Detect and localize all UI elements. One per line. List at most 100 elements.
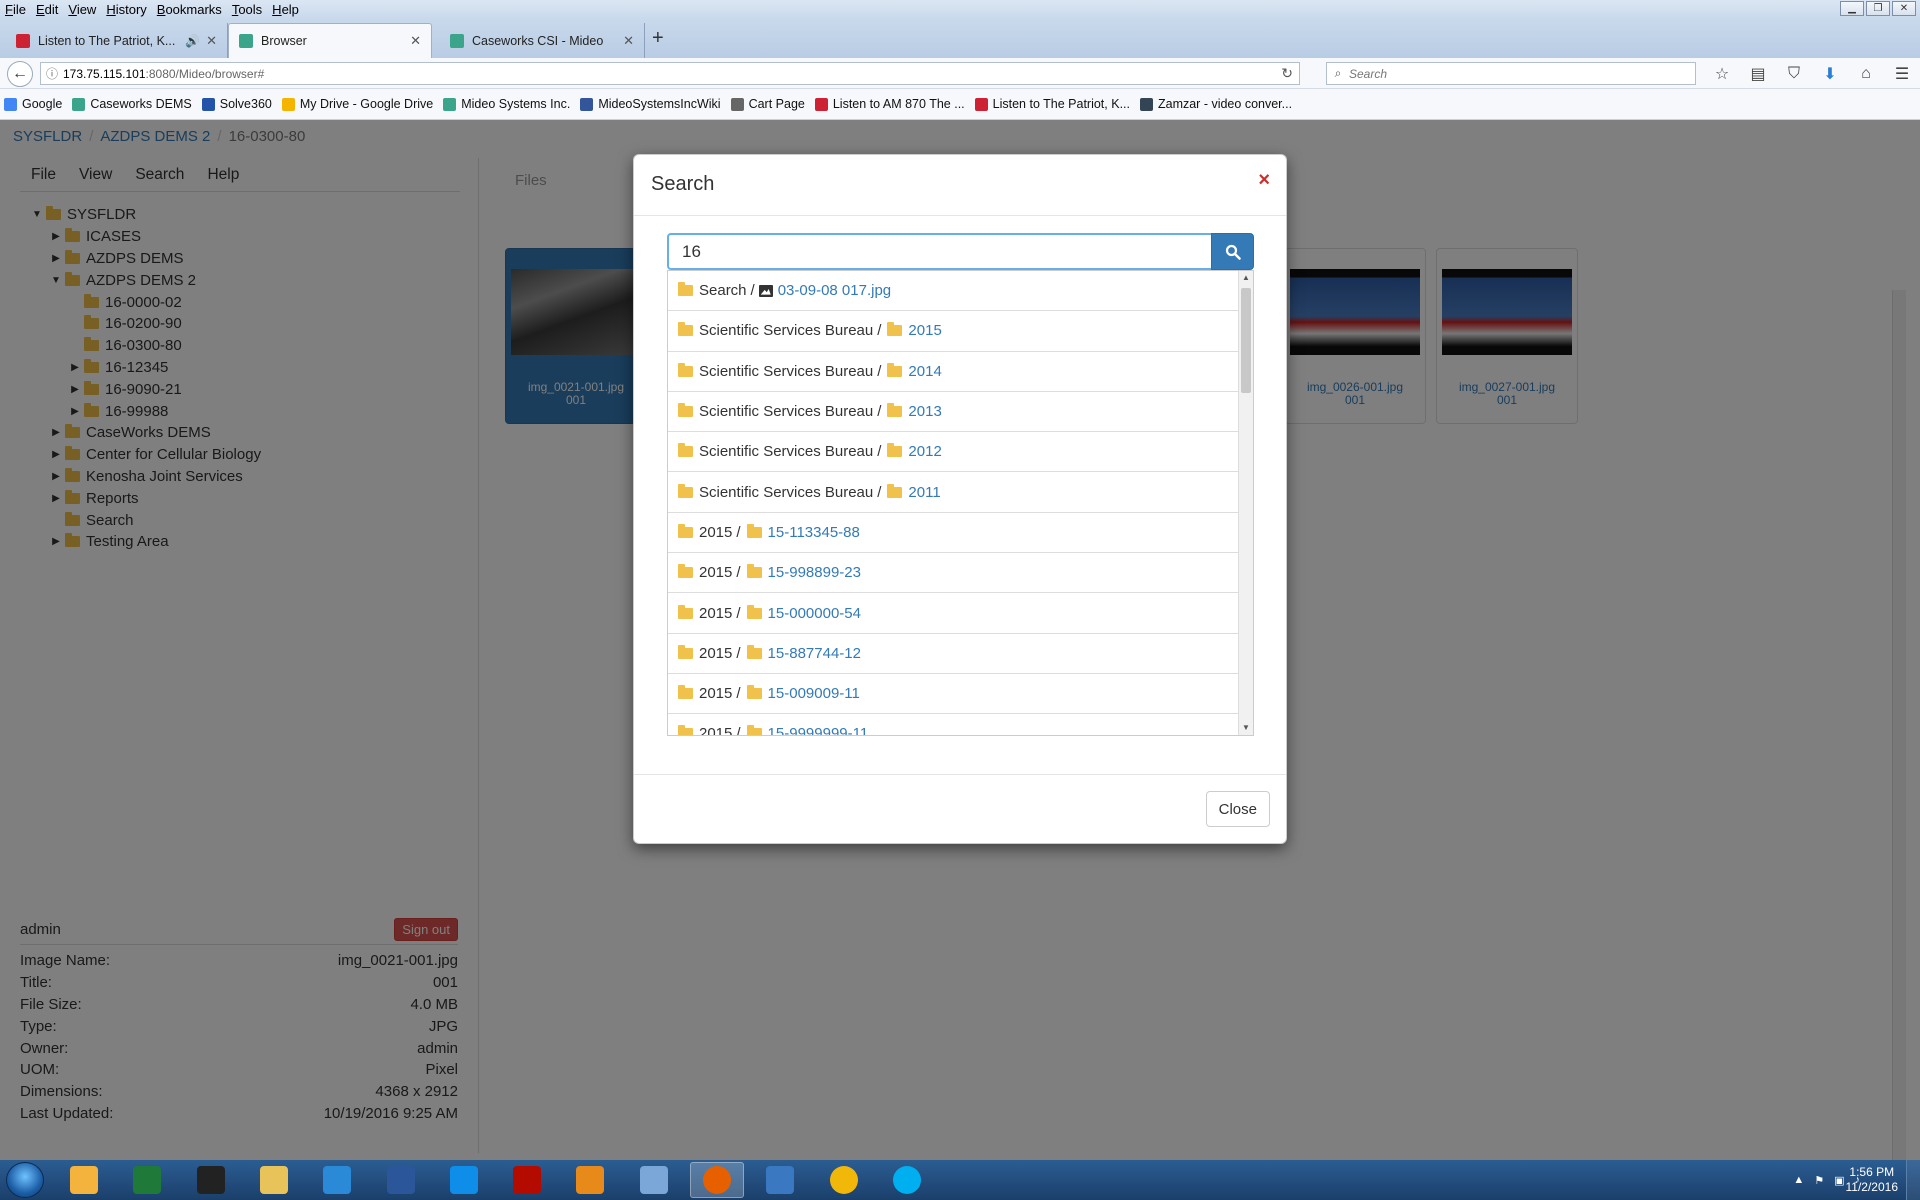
taskbar-paint[interactable] — [627, 1162, 681, 1198]
taskbar-acrobat[interactable] — [500, 1162, 554, 1198]
search-result-row[interactable]: Scientific Services Bureau/ 2013 — [668, 392, 1240, 433]
close-icon[interactable]: × — [1258, 169, 1270, 192]
url-bar[interactable]: ⓘ 173.75.115.101:8080/Mideo/browser# ↻ — [40, 62, 1300, 85]
search-result-row[interactable]: 2015/ 15-998899-23 — [668, 553, 1240, 594]
search-result-row[interactable]: 2015/ 15-113345-88 — [668, 513, 1240, 554]
scroll-up-icon[interactable]: ▲ — [1239, 271, 1253, 285]
teamviewer-icon — [449, 1166, 478, 1194]
menu-help[interactable]: Help — [267, 2, 304, 17]
info-icon[interactable]: ⓘ — [41, 65, 63, 82]
bookmark-item[interactable]: Mideo Systems Inc. — [443, 97, 570, 111]
browser-tab[interactable]: Caseworks CSI - Mideo ✕ — [440, 23, 645, 58]
search-result-row[interactable]: Scientific Services Bureau/ 2014 — [668, 352, 1240, 392]
clock[interactable]: 1:56 PM 11/2/2016 — [1846, 1165, 1899, 1195]
taskbar-network-app[interactable] — [753, 1162, 807, 1198]
result-link[interactable]: 15-887744-12 — [768, 645, 861, 662]
scroll-thumb[interactable] — [1241, 288, 1251, 393]
result-link[interactable]: 15-998899-23 — [768, 564, 861, 581]
speaker-icon[interactable]: 🔊 — [185, 34, 200, 48]
taskbar-internet-explorer[interactable] — [310, 1162, 364, 1198]
tray-expand-icon[interactable]: ▲ — [1793, 1174, 1804, 1186]
clock-date: 11/2/2016 — [1845, 1180, 1899, 1194]
bookmark-item[interactable]: My Drive - Google Drive — [281, 97, 433, 111]
modal-footer: Close — [634, 774, 1286, 845]
search-result-row[interactable]: 2015/ 15-000000-54 — [668, 593, 1240, 634]
menu-file[interactable]: File — [0, 2, 31, 17]
show-desktop-button[interactable] — [1906, 1160, 1920, 1200]
taskbar-explorer[interactable] — [247, 1162, 301, 1198]
search-result-row[interactable]: Scientific Services Bureau/ 2012 — [668, 432, 1240, 473]
back-button[interactable]: ← — [7, 61, 33, 87]
search-result-row[interactable]: Scientific Services Bureau/ 2015 — [668, 311, 1240, 352]
result-link[interactable]: 2014 — [908, 363, 941, 380]
maximize-button[interactable]: ❐ — [1866, 1, 1890, 16]
taskbar-picasa[interactable] — [817, 1162, 871, 1198]
browser-search-input[interactable]: ⌕ Search — [1326, 62, 1696, 85]
menu-edit[interactable]: Edit — [31, 2, 63, 17]
search-result-row[interactable]: 2015/ 15-9999999-11 — [668, 714, 1240, 735]
reload-icon[interactable]: ↻ — [1281, 65, 1293, 82]
home-icon[interactable]: ⌂ — [1848, 62, 1884, 85]
menu-tools[interactable]: Tools — [227, 2, 267, 17]
pocket-icon[interactable]: ⛉ — [1776, 62, 1812, 85]
folder-icon — [678, 443, 693, 458]
result-link[interactable]: 15-009009-11 — [768, 685, 860, 702]
bookmark-item[interactable]: MideoSystemsIncWiki — [580, 97, 721, 111]
flag-icon[interactable]: ⚑ — [1814, 1174, 1824, 1187]
reading-list-icon[interactable]: ▤ — [1740, 62, 1776, 85]
bookmark-item[interactable]: Zamzar - video conver... — [1139, 97, 1292, 111]
result-link[interactable]: 2013 — [908, 403, 941, 420]
hamburger-menu-icon[interactable]: ☰ — [1884, 62, 1920, 85]
taskbar-word[interactable] — [374, 1162, 428, 1198]
downloads-icon[interactable]: ⬇ — [1812, 62, 1848, 85]
new-tab-button[interactable]: + — [652, 27, 664, 50]
bookmark-item[interactable]: Solve360 — [201, 97, 272, 111]
result-link[interactable]: 2011 — [908, 484, 940, 501]
bookmark-star-icon[interactable]: ☆ — [1704, 62, 1740, 85]
search-result-row[interactable]: 2015/ 15-009009-11 — [668, 674, 1240, 715]
window-close-button[interactable]: ✕ — [1892, 1, 1916, 16]
result-link[interactable]: 15-000000-54 — [768, 605, 861, 622]
menu-bookmarks[interactable]: Bookmarks — [152, 2, 227, 17]
browser-tab[interactable]: Listen to The Patriot, K... 🔊 ✕ — [6, 23, 228, 58]
bookmark-item[interactable]: Listen to The Patriot, K... — [974, 97, 1130, 111]
taskbar-media-player[interactable] — [563, 1162, 617, 1198]
results-scrollbar[interactable]: ▲ ▼ — [1238, 271, 1253, 735]
scroll-down-icon[interactable]: ▼ — [1239, 721, 1253, 735]
bookmark-label: Google — [22, 97, 63, 111]
close-button[interactable]: Close — [1205, 791, 1270, 827]
result-link[interactable]: 15-113345-88 — [768, 524, 860, 541]
taskbar-outlook[interactable] — [57, 1162, 111, 1198]
search-button[interactable] — [1211, 233, 1254, 270]
minimize-button[interactable]: ▁ — [1840, 1, 1864, 16]
bookmark-item[interactable]: Google — [4, 97, 62, 111]
folder-icon — [746, 685, 762, 700]
search-result-row[interactable]: Search/ 03-09-08 017.jpg — [668, 271, 1240, 312]
taskbar-teamviewer[interactable] — [437, 1162, 491, 1198]
taskbar-skype[interactable] — [880, 1162, 934, 1198]
bookmark-label: MideoSystemsIncWiki — [598, 97, 721, 111]
search-result-row[interactable]: Scientific Services Bureau/ 2011 — [668, 472, 1240, 513]
tab-close-icon[interactable]: ✕ — [623, 33, 634, 49]
result-link[interactable]: 03-09-08 017.jpg — [778, 282, 891, 299]
path-separator: / — [877, 403, 882, 421]
taskbar-excel[interactable] — [120, 1162, 174, 1198]
result-link[interactable]: 2015 — [908, 322, 941, 339]
network-icon[interactable]: ▣ — [1834, 1174, 1844, 1187]
menu-history[interactable]: History — [101, 2, 151, 17]
bookmark-item[interactable]: Caseworks DEMS — [72, 97, 192, 111]
clock-app-icon — [196, 1166, 225, 1194]
taskbar-clock-app[interactable] — [184, 1162, 238, 1198]
result-link[interactable]: 2012 — [908, 443, 941, 460]
search-input[interactable] — [667, 233, 1212, 270]
bookmark-item[interactable]: Cart Page — [730, 97, 805, 111]
bookmark-item[interactable]: Listen to AM 870 The ... — [814, 97, 965, 111]
taskbar-firefox[interactable] — [690, 1162, 744, 1198]
browser-tab[interactable]: Browser ✕ — [228, 23, 432, 58]
menu-view[interactable]: View — [63, 2, 101, 17]
start-button[interactable] — [6, 1162, 44, 1198]
tab-close-icon[interactable]: ✕ — [206, 33, 217, 49]
result-link[interactable]: 15-9999999-11 — [768, 725, 869, 735]
search-result-row[interactable]: 2015/ 15-887744-12 — [668, 634, 1240, 674]
tab-close-icon[interactable]: ✕ — [410, 33, 421, 49]
